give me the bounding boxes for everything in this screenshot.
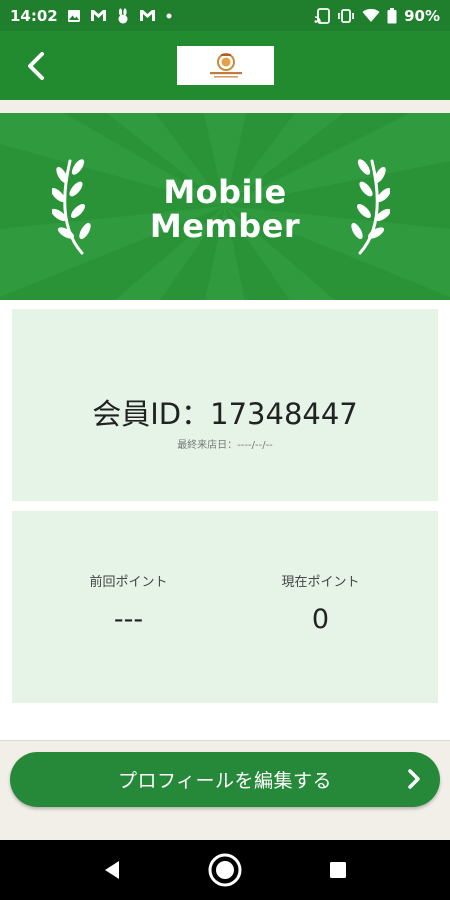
battery-icon <box>387 7 397 24</box>
system-nav-bar <box>0 840 450 900</box>
edit-profile-button[interactable]: プロフィールを編集する <box>10 752 440 807</box>
dot-icon <box>165 12 173 20</box>
status-right: 90% <box>314 7 440 25</box>
current-points-value: 0 <box>311 604 330 635</box>
mobile-member-banner: Mobile Member <box>0 113 450 300</box>
edit-profile-label: プロフィールを編集する <box>117 770 333 792</box>
nav-home-button[interactable] <box>207 852 243 888</box>
nav-home-icon <box>208 853 242 887</box>
app-header <box>0 31 450 100</box>
bottom-action-area: プロフィールを編集する <box>0 740 450 840</box>
content-area: 会員ID：17348447 最終来店日：----/--/-- 前回ポイント --… <box>0 300 450 740</box>
nav-back-icon <box>105 861 119 879</box>
status-bar: 14:02 90% <box>0 0 450 31</box>
header-gap <box>0 100 450 113</box>
member-card: 会員ID：17348447 最終来店日：----/--/-- <box>12 309 438 501</box>
last-visit-value: ----/--/-- <box>237 440 273 451</box>
chevron-right-icon <box>408 769 420 789</box>
chevron-left-icon <box>28 52 44 80</box>
last-visit-line: 最終来店日：----/--/-- <box>12 436 438 451</box>
vibrate-icon <box>337 8 355 23</box>
nav-recents-icon <box>330 862 346 878</box>
member-id-value: 17348447 <box>210 397 358 431</box>
previous-points: 前回ポイント --- <box>22 571 235 635</box>
previous-points-label: 前回ポイント <box>89 575 168 590</box>
status-time: 14:02 <box>10 6 58 25</box>
current-points: 現在ポイント 0 <box>214 571 427 635</box>
wifi-icon <box>362 8 380 23</box>
back-button[interactable] <box>18 48 54 84</box>
gmail-icon <box>90 9 107 22</box>
cast-icon <box>314 7 330 24</box>
last-visit-label: 最終来店日： <box>177 440 238 451</box>
rabbit-icon <box>116 7 130 24</box>
member-id-label: 会員ID： <box>92 397 211 431</box>
status-left: 14:02 <box>10 7 173 25</box>
points-card: 前回ポイント --- 現在ポイント 0 <box>12 511 438 703</box>
image-icon <box>67 9 81 23</box>
current-points-label: 現在ポイント <box>281 575 360 590</box>
gmail-icon <box>139 9 156 22</box>
previous-points-value: --- <box>113 604 144 635</box>
laurel-icon <box>351 159 390 255</box>
member-id-line: 会員ID：17348447 <box>12 391 438 433</box>
nav-recents-button[interactable] <box>320 852 356 888</box>
battery-percent: 90% <box>404 6 440 25</box>
brand-logo <box>177 46 274 85</box>
nav-back-button[interactable] <box>94 852 130 888</box>
